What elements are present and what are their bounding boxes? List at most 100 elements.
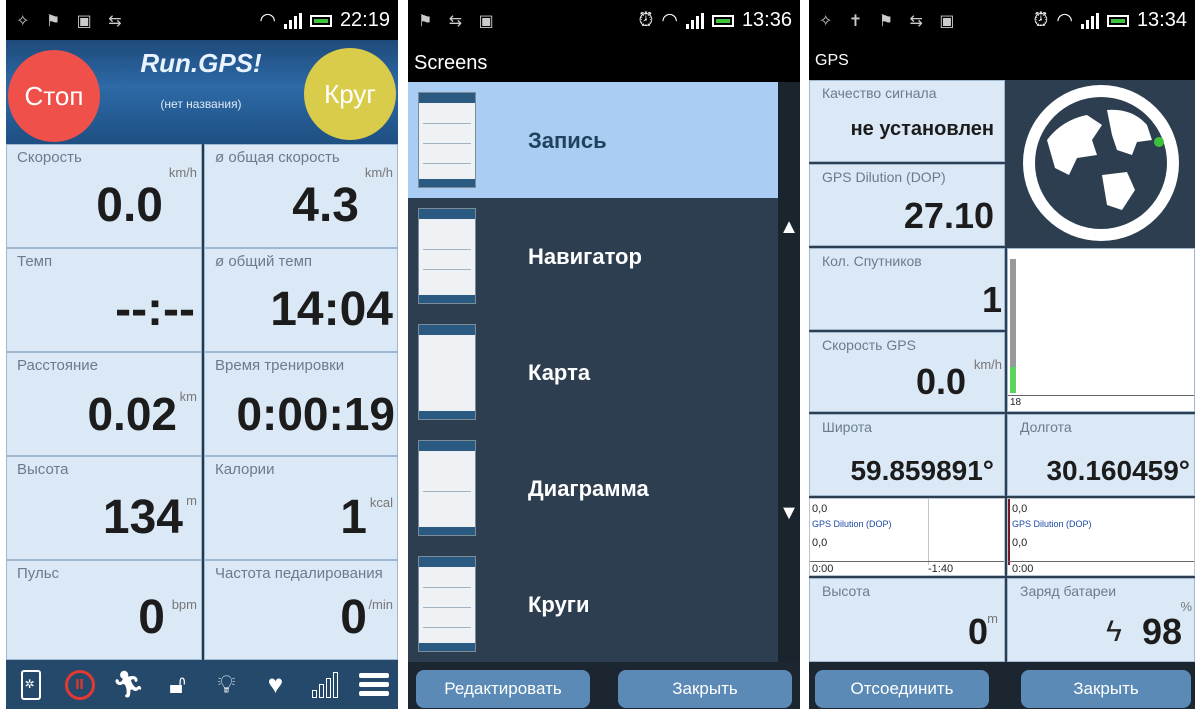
battery-icon xyxy=(711,14,734,27)
menu-icon[interactable] xyxy=(354,665,394,705)
mini-x-start: 0:00 xyxy=(1012,563,1034,575)
chevron-up-icon[interactable]: ▲ xyxy=(778,216,800,238)
phone-settings-icon[interactable] xyxy=(11,665,51,705)
cell-value: 0 xyxy=(967,611,988,652)
run-screen-panel: ✧ ⚑ ▣ ⇆ ◠ 22:19 Стоп Run.GPS! (нет назва… xyxy=(6,0,398,709)
stat-unit: kcal xyxy=(369,495,393,510)
stat-label: Время тренировки xyxy=(215,357,345,374)
stat-unit: km/h xyxy=(364,165,393,180)
list-item-navigator[interactable]: Навигатор xyxy=(408,198,778,314)
page-title: Screens xyxy=(408,40,800,82)
disconnect-button[interactable]: Отсоединить xyxy=(815,670,989,708)
cell-label: Качество сигнала xyxy=(822,85,937,101)
stat-value: 134 xyxy=(102,491,183,544)
notification-icons: ✧ ⚑ ▣ ⇆ xyxy=(16,13,128,30)
stat-label: ø общий темп xyxy=(215,253,313,270)
scroll-column[interactable]: ▲ ▼ xyxy=(778,82,800,662)
mini-value-mid: 0,0 xyxy=(1012,537,1028,549)
bottom-toolbar: II 🏃︎ 🔓︎ 💡︎ ♥ xyxy=(6,660,398,709)
satellites-cell: Кол. Спутников 1 xyxy=(809,248,1005,330)
stats-grid: Скорость 0.0 km/h ø общая скорость 4.3 k… xyxy=(6,144,398,660)
signal-icon xyxy=(1080,12,1099,29)
cell-label: Кол. Спутников xyxy=(822,253,922,269)
close-button[interactable]: Закрыть xyxy=(618,670,792,708)
wifi-icon: ◠ xyxy=(661,10,678,31)
stat-avg-speed[interactable]: ø общая скорость 4.3 km/h xyxy=(204,144,398,248)
cell-value: не установлен xyxy=(850,118,994,140)
chevron-down-icon[interactable]: ▼ xyxy=(778,502,800,524)
stat-pace[interactable]: Темп --:-- xyxy=(6,248,202,352)
action-bar: Редактировать Закрыть xyxy=(408,662,800,709)
stat-value: 14:04 xyxy=(270,283,393,336)
mini-x-end: -1:40 xyxy=(928,563,954,575)
cell-value: 59.859891° xyxy=(850,455,994,486)
cell-label: GPS Dilution (DOP) xyxy=(822,169,946,185)
stat-heart-rate[interactable]: Пульс 0 bpm xyxy=(6,560,202,660)
alarm-icon: ⏰︎ xyxy=(638,9,654,31)
stat-calories[interactable]: Калории 1 kcal xyxy=(204,456,398,560)
stat-workout-time[interactable]: Время тренировки 0:00:19 xyxy=(204,352,398,456)
mini-value-mid: 0,0 xyxy=(812,537,828,549)
list-item-map[interactable]: Карта xyxy=(408,314,778,430)
unlock-icon[interactable]: 🔓︎ xyxy=(158,665,198,705)
cell-label: Скорость GPS xyxy=(822,337,916,353)
stat-label: Пульс xyxy=(17,565,60,582)
runner-icon[interactable]: 🏃︎ xyxy=(109,665,149,705)
cell-label: Заряд батареи xyxy=(1020,583,1117,599)
cell-unit: m xyxy=(987,611,998,626)
stat-label: Темп xyxy=(17,253,53,270)
screen-name: Запись xyxy=(528,128,607,153)
route-name: (нет названия) xyxy=(160,97,242,111)
satellite-bar-fill xyxy=(1010,367,1016,393)
signal-bars-icon[interactable] xyxy=(305,665,345,705)
globe-icon xyxy=(1007,80,1195,246)
stat-unit: /min xyxy=(368,597,393,612)
longitude-cell: Долгота 30.160459° xyxy=(1007,414,1195,496)
signal-icon xyxy=(283,12,302,29)
heart-icon[interactable]: ♥ xyxy=(256,665,296,705)
latitude-cell: Широта 59.859891° xyxy=(809,414,1005,496)
stat-value: 4.3 xyxy=(292,179,359,232)
cell-label: Долгота xyxy=(1020,419,1072,435)
cell-unit: km/h xyxy=(973,357,1002,372)
lap-button[interactable]: Круг xyxy=(304,48,396,140)
cell-value: 1 xyxy=(981,279,1002,320)
signal-icon xyxy=(685,12,704,29)
stat-value: 0 xyxy=(138,591,165,644)
list-item-chart[interactable]: Диаграмма xyxy=(408,430,778,546)
battery-cell: Заряд батареи ϟ 98 % xyxy=(1007,578,1195,662)
satellite-bar-chart: 18 xyxy=(1007,248,1195,412)
clock: 13:34 xyxy=(1136,9,1187,31)
battery-icon xyxy=(1106,14,1129,27)
stat-label: ø общая скорость xyxy=(215,149,340,166)
stop-button[interactable]: Стоп xyxy=(8,50,100,142)
stat-speed[interactable]: Скорость 0.0 km/h xyxy=(6,144,202,248)
edit-button[interactable]: Редактировать xyxy=(416,670,590,708)
mini-series-label: GPS Dilution (DOP) xyxy=(812,519,892,529)
stat-distance[interactable]: Расстояние 0.02 km xyxy=(6,352,202,456)
notification-icons: ✧ ✝ ⚑ ⇆ ▣ xyxy=(819,13,961,30)
mini-value-top: 0,0 xyxy=(1012,503,1028,515)
cell-label: Широта xyxy=(822,419,872,435)
close-button[interactable]: Закрыть xyxy=(1021,670,1191,708)
brand-name: Run.GPS! xyxy=(140,48,262,78)
screen-thumbnail xyxy=(418,556,476,652)
stat-cadence[interactable]: Частота педалирования 0 /min xyxy=(204,560,398,660)
screen-name: Карта xyxy=(528,360,591,385)
stat-value: 0:00:19 xyxy=(236,388,395,440)
pause-icon[interactable]: II xyxy=(60,665,100,705)
dop-cell: GPS Dilution (DOP) 27.10 xyxy=(809,164,1005,246)
screen-thumbnail xyxy=(418,92,476,188)
list-item-record[interactable]: Запись xyxy=(408,82,778,198)
stat-unit: bpm xyxy=(171,597,197,612)
stat-altitude[interactable]: Высота 134 m xyxy=(6,456,202,560)
stat-avg-pace[interactable]: ø общий темп 14:04 xyxy=(204,248,398,352)
cell-value: 0.0 xyxy=(915,361,966,402)
altitude-cell: Высота 0 m xyxy=(809,578,1005,662)
list-item-laps[interactable]: Круги xyxy=(408,546,778,662)
screen-name: Навигатор xyxy=(528,244,642,269)
stat-label: Скорость xyxy=(17,149,82,166)
stat-unit: km/h xyxy=(168,165,197,180)
bulb-icon[interactable]: 💡︎ xyxy=(207,665,247,705)
screens-list: Запись Навигатор Карта Диаграмма Круги xyxy=(408,82,778,662)
